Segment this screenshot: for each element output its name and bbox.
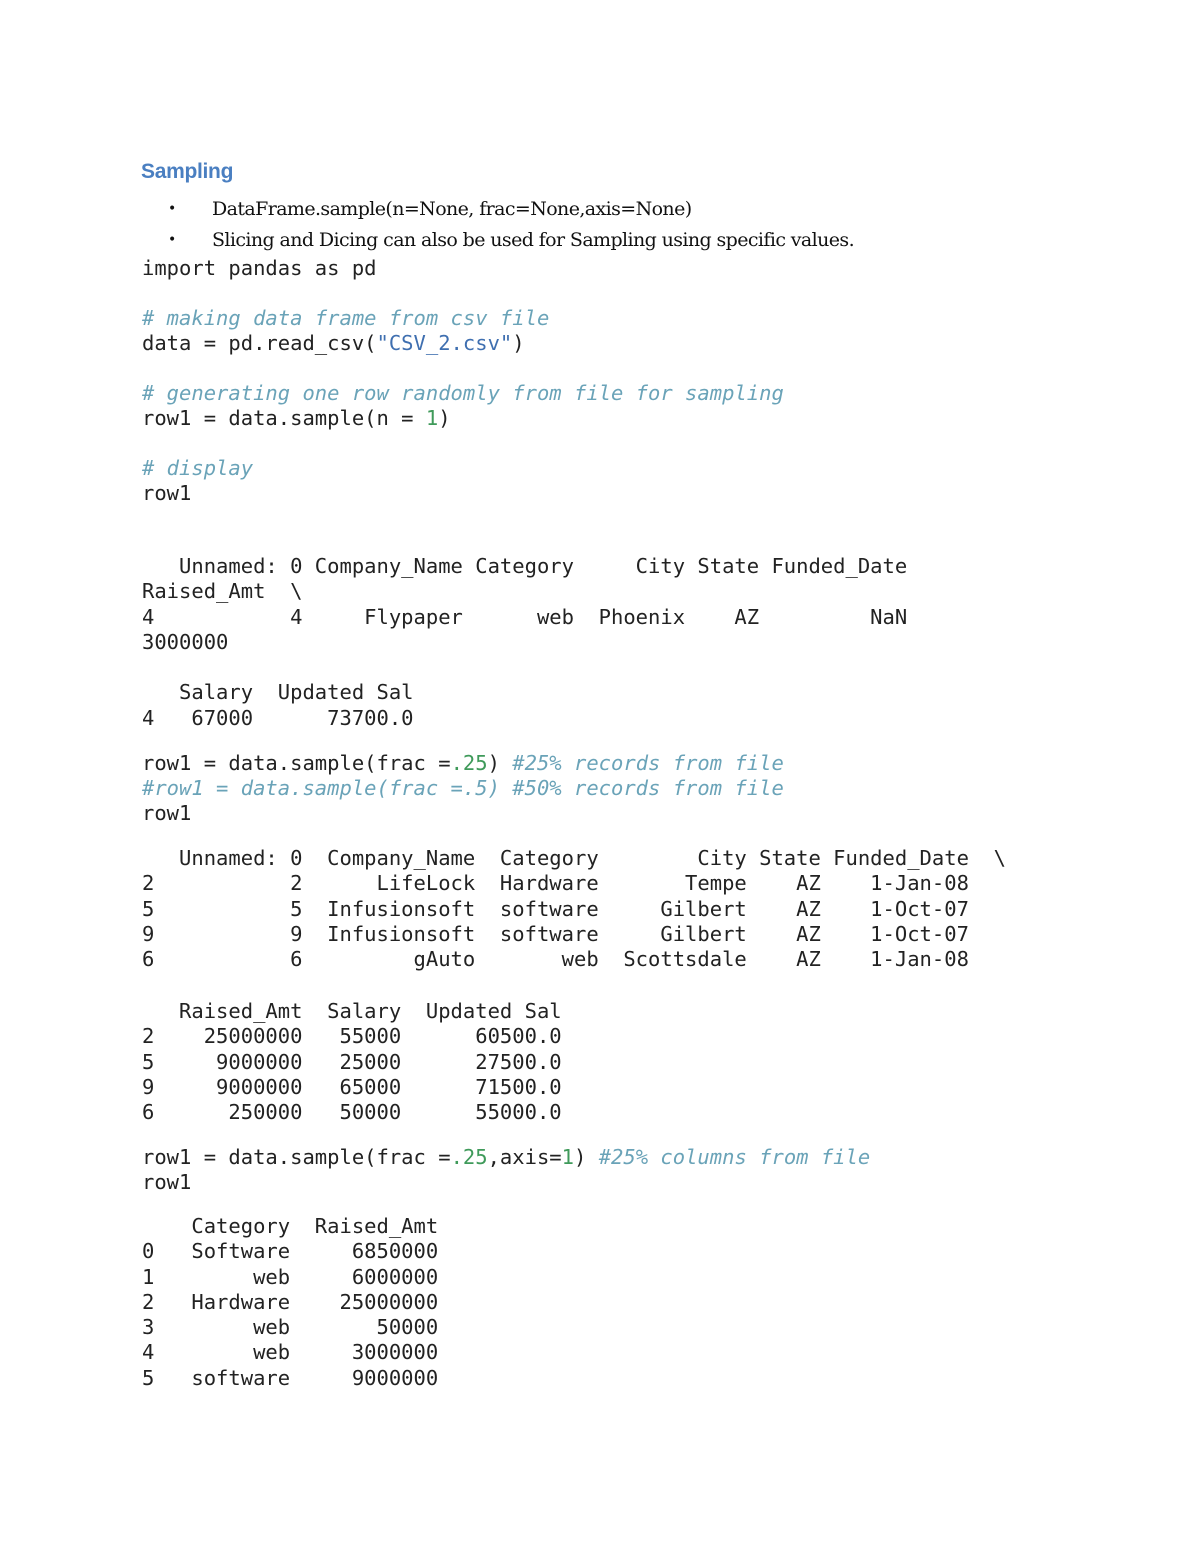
output-table-columns: Category Raised_Amt 0 Software 6850000 1… — [142, 1214, 438, 1391]
bullet-text: Slicing and Dicing can also be used for … — [212, 229, 855, 251]
table-row: 6 6 gAuto web Scottsdale AZ 1-Jan-08 — [142, 947, 969, 972]
bullet-item: • DataFrame.sample(n=None, frac=None,axis… — [160, 195, 854, 226]
code-text: row1 = data.sample(frac = — [142, 1145, 451, 1169]
output-header: Raised_Amt \ — [142, 579, 303, 604]
code-comment: # generating one row randomly from file … — [142, 381, 784, 405]
code-number: 1 — [561, 1145, 574, 1169]
bullet-icon: • — [168, 232, 176, 248]
code-comment: #25% records from file — [512, 751, 784, 775]
table-header: Unnamed: 0 Company_Name Category City St… — [142, 846, 1006, 870]
output-row: 4 4 Flypaper web Phoenix AZ NaN — [142, 604, 908, 629]
code-number: .25 — [450, 1145, 488, 1169]
code-text: ) — [574, 1145, 599, 1169]
code-text: row1 — [142, 481, 192, 505]
table-row: 5 5 Infusionsoft software Gilbert AZ 1-O… — [142, 896, 969, 921]
code-text: ,axis= — [487, 1145, 562, 1169]
bullet-list: • DataFrame.sample(n=None, frac=None,axis… — [160, 195, 855, 257]
code-string: "CSV_2.csv" — [376, 331, 513, 355]
code-text: row1 — [142, 1170, 192, 1194]
bullet-item: • Slicing and Dicing can also be used for… — [160, 226, 855, 257]
code-block-frac-sample: row1 = data.sample(frac =.25) #25% recor… — [142, 751, 784, 826]
bullet-text: DataFrame.sample(n=None, frac=None,axis=… — [212, 198, 692, 220]
table-row: 6 250000 50000 55000.0 — [142, 1100, 562, 1125]
output-table-frac-part2: Raised_Amt Salary Updated Sal 2 25000000… — [142, 999, 562, 1125]
table-header: Category Raised_Amt — [142, 1214, 439, 1238]
code-text: ) — [438, 406, 451, 430]
table-row: 3 web 50000 — [142, 1315, 439, 1340]
output-header: Unnamed: 0 Company_Name Category City St… — [142, 554, 908, 578]
table-row: 2 2 LifeLock Hardware Tempe AZ 1-Jan-08 — [142, 871, 969, 896]
code-comment: # display — [142, 456, 254, 480]
code-text: ) — [487, 751, 513, 775]
table-row: 9 9000000 65000 71500.0 — [142, 1074, 562, 1099]
code-number: 1 — [425, 406, 439, 430]
output-table-frac-part1: Unnamed: 0 Company_Name Category City St… — [142, 846, 1006, 972]
code-comment: #25% columns from file — [598, 1145, 871, 1169]
table-header: Raised_Amt Salary Updated Sal — [142, 999, 562, 1023]
code-comment: #row1 = data.sample(frac =.5) #50% recor… — [142, 776, 784, 800]
code-comment: # making data frame from csv file — [142, 306, 550, 330]
table-row: 1 web 6000000 — [142, 1264, 439, 1289]
table-row: 5 software 9000000 — [142, 1365, 439, 1390]
code-text: row1 = data.sample(frac = — [142, 751, 451, 775]
code-block-axis-sample: row1 = data.sample(frac =.25,axis=1) #25… — [142, 1145, 870, 1195]
table-row: 5 9000000 25000 27500.0 — [142, 1049, 562, 1074]
bullet-icon: • — [168, 201, 176, 217]
output-row: 3000000 — [142, 629, 229, 654]
document-page: Sampling • DataFrame.sample(n=None, frac=… — [0, 0, 1200, 1553]
table-row: 2 25000000 55000 60500.0 — [142, 1024, 562, 1049]
output-header: Salary Updated Sal — [142, 680, 414, 705]
code-block-read-sample: import pandas as pd # making data frame … — [142, 256, 784, 506]
table-row: 4 web 3000000 — [142, 1340, 439, 1365]
section-heading: Sampling — [141, 160, 234, 183]
code-number: .25 — [450, 751, 488, 775]
output-single-row: Unnamed: 0 Company_Name Category City St… — [142, 554, 907, 731]
table-row: 2 Hardware 25000000 — [142, 1289, 439, 1314]
code-text: data = pd.read_csv( — [142, 331, 377, 355]
output-row: 4 67000 73700.0 — [142, 705, 414, 730]
code-line-import: import pandas as pd — [142, 256, 377, 280]
code-text: row1 — [142, 801, 192, 825]
table-row: 0 Software 6850000 — [142, 1239, 439, 1264]
table-row: 9 9 Infusionsoft software Gilbert AZ 1-O… — [142, 921, 969, 946]
code-text: ) — [512, 331, 525, 355]
code-text: row1 = data.sample(n = — [142, 406, 426, 430]
